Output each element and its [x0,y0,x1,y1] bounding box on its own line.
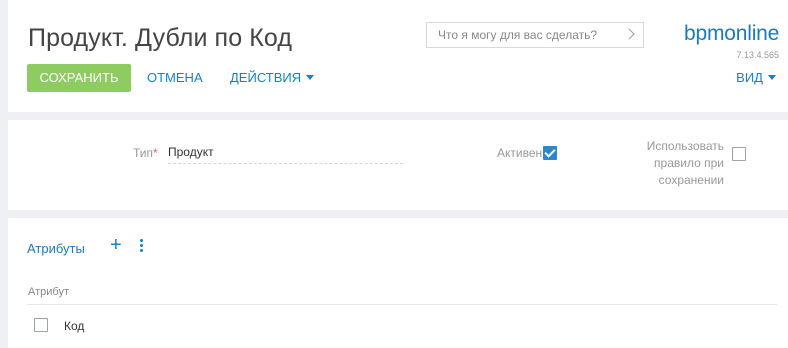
command-search-input[interactable]: Что я могу для вас сделать? [426,22,644,48]
bpmonline-logo: bpmonline [684,22,780,45]
actions-label: ДЕЙСТВИЯ [230,70,302,85]
chevron-right-icon[interactable] [623,28,635,40]
table-row[interactable]: Код [27,314,777,338]
version-label: 7.13.4.565 [736,50,779,60]
type-field[interactable]: Продукт [168,142,403,164]
plus-icon[interactable]: + [110,235,122,255]
active-checkbox[interactable] [543,146,557,160]
attributes-detail: Атрибуты + Атрибут Код [8,218,788,348]
save-button[interactable]: СОХРАНИТЬ [27,64,131,92]
view-label: ВИД [736,70,763,85]
type-label: Тип* [133,146,158,160]
column-divider [27,304,777,305]
chevron-down-icon [306,75,315,81]
page-header: Продукт. Дубли по Код СОХРАНИТЬ ОТМЕНА Д… [8,0,788,112]
attributes-title[interactable]: Атрибуты [27,241,85,256]
view-button[interactable]: ВИД [736,64,776,92]
actions-button[interactable]: ДЕЙСТВИЯ [230,64,315,92]
row-label: Код [64,319,85,333]
column-header-attribute[interactable]: Атрибут [28,286,69,298]
page-title: Продукт. Дубли по Код [28,24,293,52]
use-rule-checkbox[interactable] [732,147,746,161]
edit-form: Тип* Продукт Активен Использовать правил… [8,120,788,210]
row-checkbox[interactable] [34,318,48,332]
vertical-ellipsis-icon[interactable] [139,238,145,254]
required-mark: * [153,146,158,160]
active-label: Активен [497,146,543,160]
chevron-down-icon [768,75,776,81]
search-placeholder: Что я могу для вас сделать? [438,28,598,42]
use-rule-label: Использовать правило при сохранении [646,139,724,187]
cancel-button[interactable]: ОТМЕНА [147,64,203,92]
